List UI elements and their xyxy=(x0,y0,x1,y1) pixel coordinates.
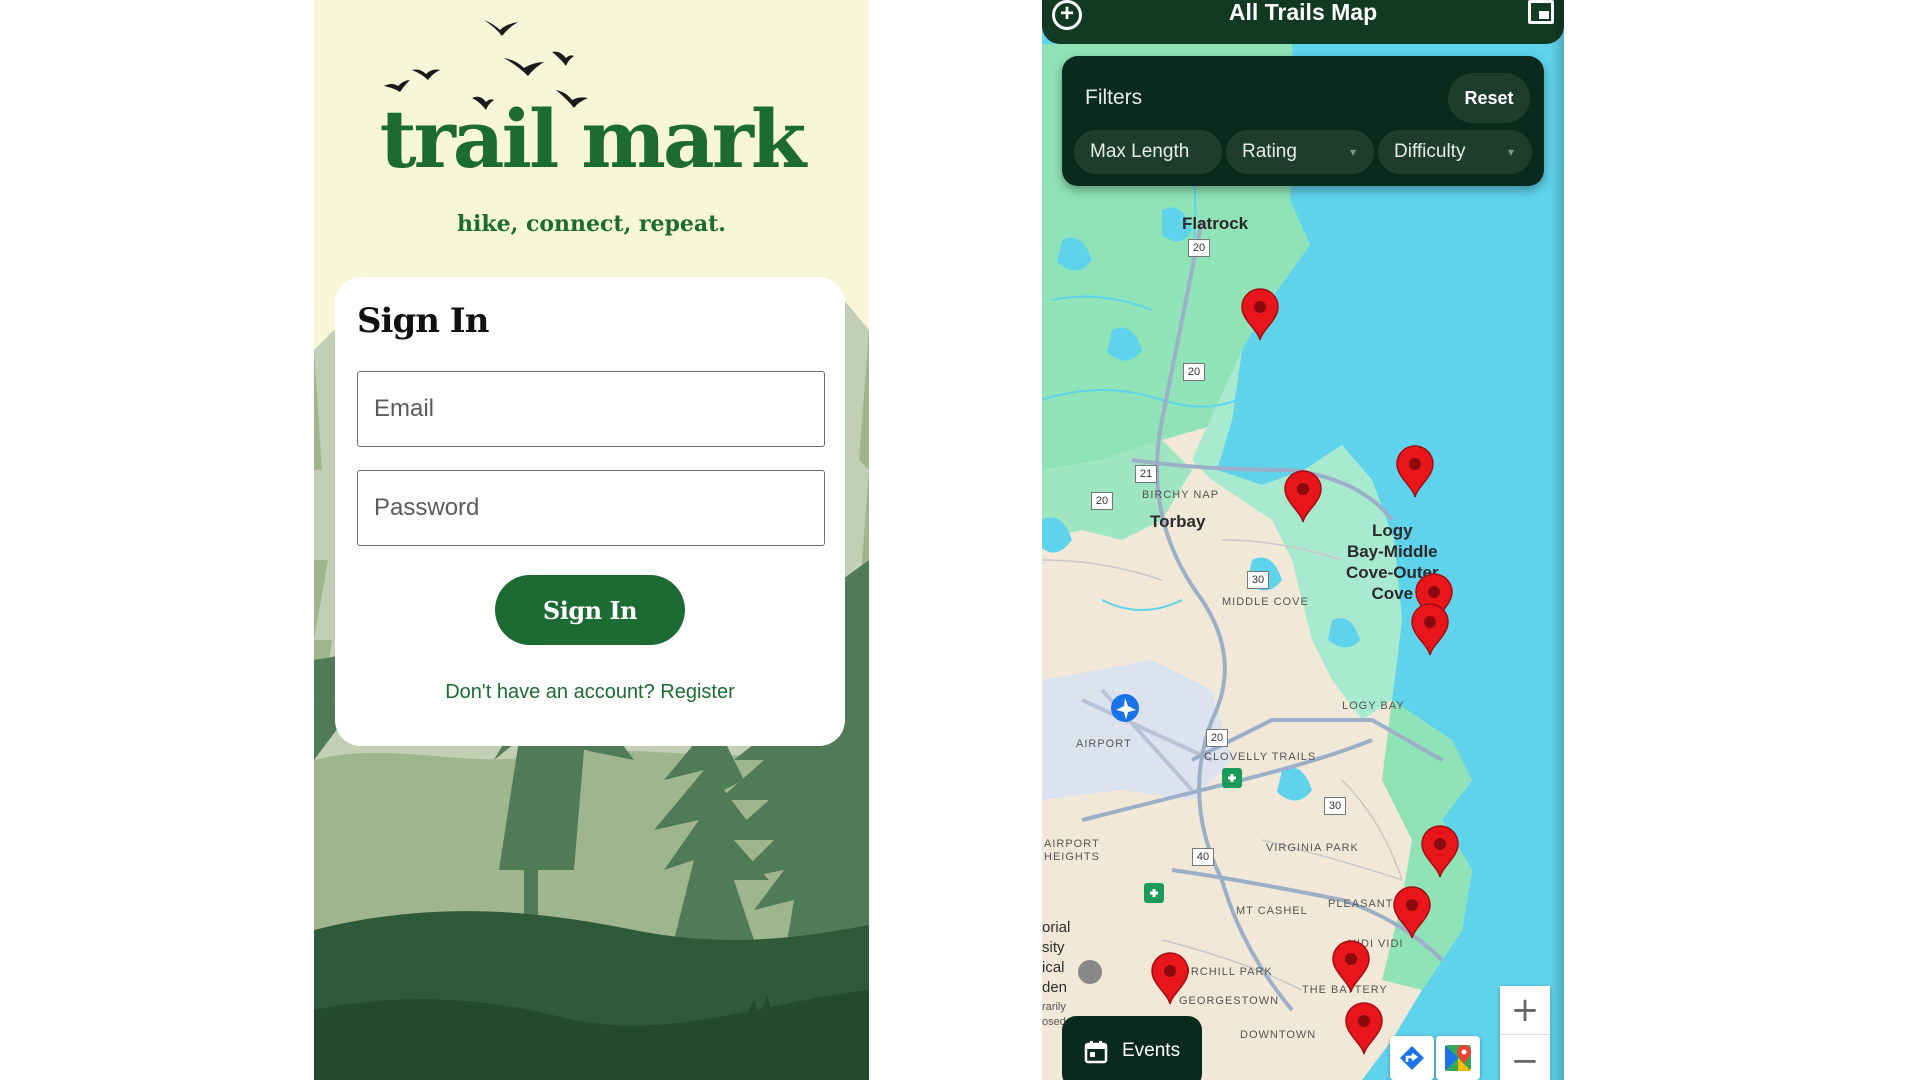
password-input[interactable] xyxy=(358,471,824,545)
zoom-out-button[interactable]: − xyxy=(1500,1036,1550,1080)
directions-icon xyxy=(1400,1046,1424,1070)
trail-pin[interactable] xyxy=(1392,886,1432,940)
route-shield: 20 xyxy=(1206,729,1228,747)
place-label: AIRPORT HEIGHTS xyxy=(1044,838,1100,864)
place-label-line: rarily xyxy=(1042,1001,1066,1013)
place-label-line: Cove xyxy=(1371,584,1414,603)
route-shield: 20 xyxy=(1188,239,1210,257)
reset-filters-button[interactable]: Reset xyxy=(1448,73,1530,123)
events-button[interactable]: Events xyxy=(1062,1016,1202,1080)
filter-chip-max-length[interactable]: Max Length xyxy=(1074,130,1222,174)
route-shield: 40 xyxy=(1192,848,1214,866)
place-label-line: Bay-Middle xyxy=(1346,542,1438,561)
route-shield: 20 xyxy=(1183,363,1205,381)
route-shield: 30 xyxy=(1324,797,1346,815)
chip-label: Rating xyxy=(1242,141,1297,162)
trail-pin[interactable] xyxy=(1410,603,1450,657)
chip-label: Max Length xyxy=(1090,141,1190,162)
place-label: DOWNTOWN xyxy=(1240,1029,1317,1041)
chevron-down-icon: ▾ xyxy=(1349,145,1356,159)
place-label-line: AIRPORT xyxy=(1044,838,1100,850)
route-shield: 30 xyxy=(1247,571,1269,589)
place-label: BIRCHY NAP xyxy=(1142,489,1220,501)
place-label: AIRPORT xyxy=(1076,738,1132,750)
zoom-in-button[interactable]: + xyxy=(1500,986,1550,1035)
map-header: + All Trails Map xyxy=(1042,0,1564,44)
directions-button[interactable] xyxy=(1390,1036,1434,1080)
signin-card: Sign In Sign In Don't have an account? R… xyxy=(335,277,845,746)
zoom-controls: + − xyxy=(1500,986,1550,1080)
trail-pin[interactable] xyxy=(1283,470,1323,524)
route-shield: 21 xyxy=(1135,465,1157,483)
trail-pin[interactable] xyxy=(1240,288,1280,342)
trail-pin[interactable] xyxy=(1344,1002,1384,1056)
place-label: PLEASANT xyxy=(1328,898,1394,910)
trail-pin[interactable] xyxy=(1395,445,1435,499)
place-label: LOGY BAY xyxy=(1342,700,1405,712)
place-label: Torbay xyxy=(1150,512,1206,531)
brand-title: trail mark xyxy=(379,92,807,186)
signin-button[interactable]: Sign In xyxy=(495,575,685,645)
place-label: VIRGINIA PARK xyxy=(1266,842,1359,854)
signin-heading: Sign In xyxy=(357,301,489,341)
place-label: MIDDLE COVE xyxy=(1222,596,1309,608)
place-label: Flatrock xyxy=(1182,214,1249,233)
google-maps-button[interactable] xyxy=(1436,1036,1480,1080)
google-maps-icon xyxy=(1445,1045,1471,1071)
place-label-line: HEIGHTS xyxy=(1044,851,1100,863)
signin-screen: trail mark hike, connect, repeat. Sign I… xyxy=(314,0,869,1080)
trail-pin[interactable] xyxy=(1331,940,1371,994)
place-label-line: sity xyxy=(1042,939,1065,956)
route-shield: 20 xyxy=(1091,492,1113,510)
email-input[interactable] xyxy=(358,372,824,446)
email-field[interactable] xyxy=(357,371,825,447)
calendar-icon xyxy=(1084,1041,1108,1064)
password-field[interactable] xyxy=(357,470,825,546)
brand-tagline: hike, connect, repeat. xyxy=(457,211,726,237)
place-label-line: den xyxy=(1042,979,1068,996)
filters-panel: Filters Reset Max Length Rating ▾ Diffic… xyxy=(1062,56,1544,186)
filter-chip-difficulty[interactable]: Difficulty ▾ xyxy=(1378,130,1532,174)
chevron-down-icon: ▾ xyxy=(1507,145,1514,159)
place-label-line: ical xyxy=(1042,959,1065,976)
map-screen: 20 20 21 20 30 20 30 40 Flatrock BIRCHY … xyxy=(1042,0,1564,1080)
filter-chip-rating[interactable]: Rating ▾ xyxy=(1226,130,1374,174)
chip-label: Difficulty xyxy=(1394,141,1466,162)
map-title: All Trails Map xyxy=(1228,0,1378,25)
place-label: CLOVELLY TRAILS xyxy=(1204,751,1317,763)
filters-label: Filters xyxy=(1085,86,1143,109)
screen-edge-shadow xyxy=(1550,0,1564,1080)
trail-pin[interactable] xyxy=(1420,825,1460,879)
place-label: orial sity ical den xyxy=(1042,918,1070,998)
place-label: MT CASHEL xyxy=(1236,905,1308,917)
place-label-line: orial xyxy=(1042,919,1071,936)
events-label: Events xyxy=(1122,1040,1181,1061)
trail-pin[interactable] xyxy=(1150,952,1190,1006)
register-link[interactable]: Don't have an account? Register xyxy=(335,681,845,704)
place-label: GEORGESTOWN xyxy=(1179,995,1280,1007)
place-label-line: Logy xyxy=(1371,521,1413,540)
